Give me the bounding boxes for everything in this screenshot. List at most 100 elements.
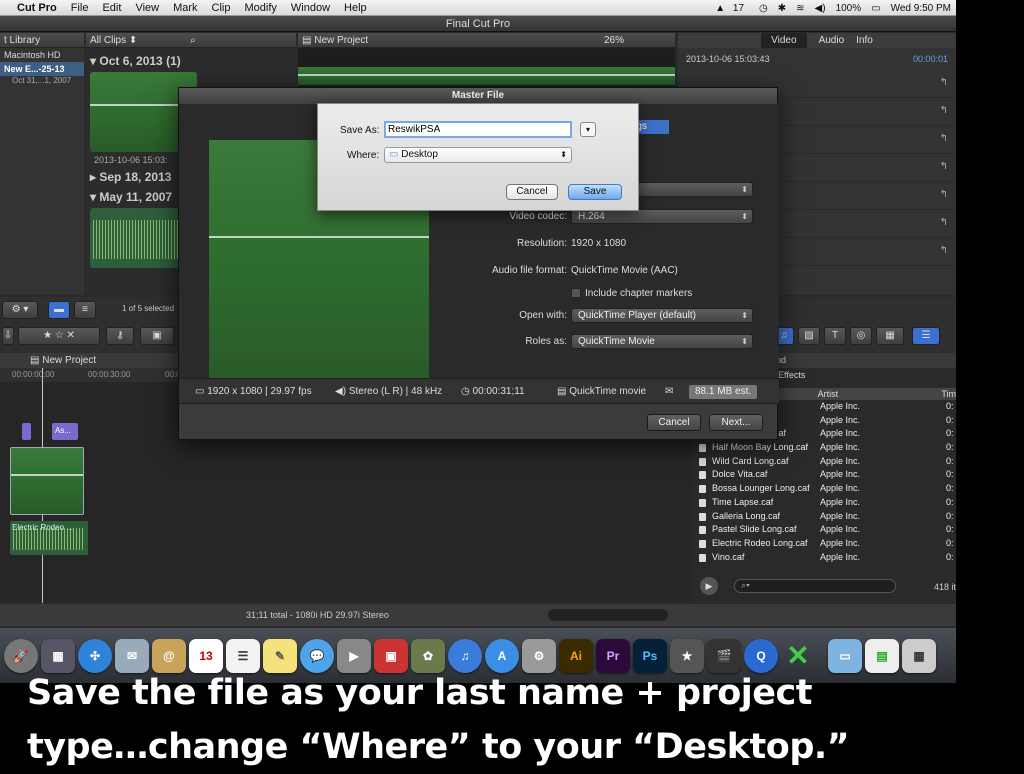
menu-bar: Cut Pro File Edit View Mark Clip Modify … <box>0 0 956 16</box>
where-label: Where: <box>347 150 380 161</box>
checkbox-icon[interactable] <box>571 288 581 299</box>
effect-time: 0: <box>946 414 954 425</box>
menu-edit[interactable]: Edit <box>95 2 128 14</box>
effects-list-item[interactable]: Wild Card Long.caf Apple Inc. 0: <box>694 455 956 469</box>
inspector-clip-name: 2013-10-06 15:03:43 <box>686 54 770 64</box>
battery-icon[interactable]: ▭ <box>866 3 885 14</box>
menu-window[interactable]: Window <box>284 2 337 14</box>
clock[interactable]: Wed 9:50 PM <box>886 3 956 14</box>
menu-help[interactable]: Help <box>337 2 374 14</box>
tab-info[interactable]: Info <box>856 33 873 48</box>
expand-dialog-button[interactable]: ▾ <box>580 122 596 137</box>
item-count: 418 it <box>933 582 956 592</box>
effect-name: Bossa Lounger Long.caf <box>694 482 820 496</box>
duration-info: ◷ 00:00:31;11 <box>461 386 525 397</box>
effects-list-item[interactable]: Vino.caf Apple Inc. 0: <box>694 551 956 565</box>
save-as-input[interactable] <box>384 121 572 138</box>
action-gear-icon[interactable]: ⚙ ▾ <box>2 301 38 319</box>
reset-icon[interactable]: ↰ <box>940 133 948 144</box>
open-with-label: Open with: <box>519 310 567 321</box>
keyword-icon[interactable]: ⚷ <box>106 327 134 345</box>
library-panel: t Library Macintosh HD New E...-25-13 Oc… <box>0 33 84 295</box>
chapter-markers-checkbox[interactable]: Include chapter markers <box>571 288 692 299</box>
effects-list-item[interactable]: Time Lapse.caf Apple Inc. 0: <box>694 496 956 510</box>
menu-app-name[interactable]: Cut Pro <box>14 2 64 14</box>
inspector-tabs: Video Audio Info <box>678 33 956 48</box>
filmstrip-view-icon[interactable]: ▬ <box>48 301 70 319</box>
title-clip[interactable]: As... <box>52 423 78 440</box>
effect-name: Dolce Vita.caf <box>694 468 820 482</box>
column-artist[interactable]: Artist <box>818 388 942 400</box>
effects-list-item[interactable]: Electric Rodeo Long.caf Apple Inc. 0: <box>694 537 956 551</box>
column-time[interactable]: Tim <box>941 388 956 400</box>
menu-file[interactable]: File <box>64 2 96 14</box>
tab-video[interactable]: Video <box>761 33 807 48</box>
wifi-icon[interactable]: ≋ <box>791 3 809 14</box>
effect-time: 0: <box>946 510 954 521</box>
tab-audio[interactable]: Audio <box>819 33 845 48</box>
resolution-info: ▭ 1920 x 1080 | 29.97 fps <box>195 386 312 397</box>
reset-icon[interactable]: ↰ <box>940 245 948 256</box>
timeline-project-title: New Project <box>42 355 97 366</box>
effects-search-input[interactable]: ⌕▾ <box>734 579 896 593</box>
video-clip[interactable] <box>10 447 84 515</box>
viewer-header: ▤ New Project 26% <box>298 33 675 48</box>
menu-view[interactable]: View <box>128 2 166 14</box>
audio-clip[interactable]: Electric Rodeo ... <box>10 521 88 555</box>
effects-list-item[interactable]: Pastel Slide Long.caf Apple Inc. 0: <box>694 523 956 537</box>
photo-icon[interactable]: ▨ <box>798 327 820 345</box>
menu-mark[interactable]: Mark <box>166 2 204 14</box>
effects-list-item[interactable]: Dolce Vita.caf Apple Inc. 0: <box>694 468 956 482</box>
effect-time: 0: <box>946 455 954 466</box>
inspector-timecode: 00:00:01 <box>912 54 948 64</box>
date-group[interactable]: ▾ Oct 6, 2013 (1) <box>86 48 296 72</box>
library-item[interactable]: Macintosh HD <box>0 48 84 62</box>
roles-select[interactable]: QuickTime Movie <box>571 334 753 349</box>
adobe-icon[interactable]: ▲ 17 <box>710 3 754 14</box>
menu-clip[interactable]: Clip <box>205 2 238 14</box>
title-clip[interactable] <box>22 423 31 440</box>
play-icon[interactable]: ▶ <box>700 577 718 595</box>
save-button[interactable]: Save <box>568 184 622 200</box>
reset-icon[interactable]: ↰ <box>940 189 948 200</box>
effects-list-item[interactable]: Galleria Long.caf Apple Inc. 0: <box>694 510 956 524</box>
titles-icon[interactable]: T <box>824 327 846 345</box>
menu-extras: ▲ 17 ◷ ✱ ≋ ◀) 100% ▭ Wed 9:50 PM <box>710 0 956 16</box>
enhance-icon[interactable]: ▣ <box>140 327 174 345</box>
reset-icon[interactable]: ↰ <box>940 77 948 88</box>
window-title: Final Cut Pro <box>0 16 956 32</box>
resolution-value: 1920 x 1080 <box>571 238 627 249</box>
bluetooth-icon[interactable]: ✱ <box>773 3 791 14</box>
time-machine-icon[interactable]: ◷ <box>754 3 773 14</box>
video-codec-select[interactable]: H.264 <box>571 209 753 224</box>
rating-icon[interactable]: ★ ☆ ✕ <box>18 327 100 345</box>
open-with-select[interactable]: QuickTime Player (default) <box>571 308 753 323</box>
search-icon[interactable]: ⌕ <box>190 35 196 46</box>
effects-list-item[interactable]: Bossa Lounger Long.caf Apple Inc. 0: <box>694 482 956 496</box>
list-view-icon[interactable]: ≡ <box>74 301 96 319</box>
cancel-button[interactable]: Cancel <box>506 184 558 200</box>
battery-percent[interactable]: 100% <box>831 3 867 14</box>
effects-list-item[interactable]: Half Moon Bay Long.caf Apple Inc. 0: <box>694 441 956 455</box>
reset-icon[interactable]: ↰ <box>940 161 948 172</box>
volume-icon[interactable]: ◀) <box>810 3 831 14</box>
where-select[interactable]: ▭ Desktop ⬍ <box>384 147 572 163</box>
effect-name: Electric Rodeo Long.caf <box>694 537 820 551</box>
import-icon[interactable]: ⇩ <box>2 327 14 345</box>
viewer-zoom[interactable]: 26% <box>604 33 624 48</box>
zoom-slider[interactable] <box>548 609 668 621</box>
cancel-button[interactable]: Cancel <box>647 414 701 431</box>
reset-icon[interactable]: ↰ <box>940 105 948 116</box>
clip-filter[interactable]: All Clips <box>90 35 126 46</box>
effect-name: Galleria Long.caf <box>694 510 820 524</box>
themes-icon[interactable]: ▦ <box>876 327 904 345</box>
effect-artist: Apple Inc. <box>820 428 861 439</box>
audio-clip-label: Electric Rodeo ... <box>12 523 73 532</box>
effects-icon[interactable]: ☰ <box>912 327 940 345</box>
effect-time: 0: <box>946 469 954 480</box>
generators-icon[interactable]: ◎ <box>850 327 872 345</box>
save-as-label: Save As: <box>340 125 380 136</box>
reset-icon[interactable]: ↰ <box>940 217 948 228</box>
next-button[interactable]: Next... <box>709 414 763 431</box>
menu-modify[interactable]: Modify <box>238 2 284 14</box>
